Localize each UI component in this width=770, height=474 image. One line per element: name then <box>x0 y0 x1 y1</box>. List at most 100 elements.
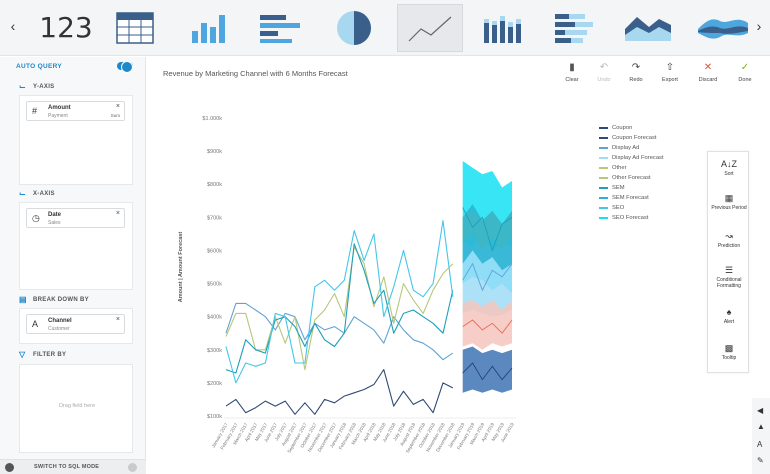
legend-item[interactable]: SEO <box>599 203 624 212</box>
alert-button[interactable]: ♠ Alert <box>708 306 750 325</box>
export-icon: ⇧ <box>665 62 675 73</box>
remove-field-icon[interactable]: × <box>116 316 120 323</box>
legend-item[interactable]: Other <box>599 163 627 172</box>
legend-item[interactable]: Coupon <box>599 123 632 132</box>
y-tick-label: $700k <box>207 215 222 221</box>
forecast-band <box>462 346 512 393</box>
aggregation-label[interactable]: Sum <box>111 113 120 118</box>
series-line <box>225 369 454 415</box>
conditional-formatting-button[interactable]: ☰ Conditional Formatting <box>708 264 750 289</box>
filter-dropzone[interactable]: Drag field here <box>19 364 133 453</box>
switch-to-sql-button[interactable]: SWITCH TO SQL MODE <box>34 464 99 470</box>
undo-icon: ↶ <box>599 62 609 73</box>
y-axis-label: Amount | Amount Forecast <box>178 232 184 303</box>
field-table: Customer <box>48 326 70 332</box>
legend-swatch <box>599 176 608 179</box>
stacked-horizontal-bar-icon <box>555 14 593 43</box>
legend-swatch <box>599 166 608 169</box>
legend-item[interactable]: Display Ad Forecast <box>599 153 664 162</box>
undo-button[interactable]: ↶ Undo <box>590 62 618 83</box>
y-tick-label: $200k <box>207 381 222 387</box>
auto-query-toggle[interactable] <box>117 61 133 73</box>
line-chart-icon <box>408 16 452 42</box>
legend-item[interactable]: SEO Forecast <box>599 213 648 222</box>
legend-label: Other Forecast <box>612 174 651 181</box>
sort-button[interactable]: A↓Z Sort <box>708 158 750 177</box>
y-axis-icon: ⌙ <box>19 82 27 91</box>
text-type-icon: A <box>32 319 39 329</box>
chart-type-bar[interactable] <box>178 6 238 50</box>
horizontal-bar-icon <box>260 15 300 43</box>
y-tick-label: $100k <box>207 414 222 420</box>
info-icon[interactable] <box>128 463 137 472</box>
y-axis-field-pill[interactable]: # Amount Payment × Sum <box>26 101 125 121</box>
bell-icon: ♠ <box>726 307 732 317</box>
sort-az-icon: A↓Z <box>720 159 737 169</box>
remove-field-icon[interactable]: × <box>116 210 120 217</box>
previous-period-button[interactable]: ▦ Previous Period <box>708 192 750 211</box>
done-button[interactable]: ✓ Done <box>731 62 759 83</box>
legend-item[interactable]: Coupon Forecast <box>599 133 656 142</box>
close-icon: ✕ <box>703 62 713 73</box>
caret-left-icon[interactable]: ◀ <box>757 406 763 415</box>
x-axis-title: X-AXIS <box>33 191 55 197</box>
prediction-button[interactable]: ↝ Prediction <box>708 230 750 249</box>
clear-button[interactable]: ▮ Clear <box>558 62 586 83</box>
x-axis-icon: ⌙ <box>19 189 27 198</box>
chart-type-number[interactable]: 123 <box>30 10 102 46</box>
x-axis-dropzone[interactable]: ◷ Date Sales × <box>19 202 133 290</box>
remove-field-icon[interactable]: × <box>116 103 120 110</box>
line-chart: $1.000k $900k $800k $700k $600k $500k $400k $30… <box>178 116 516 454</box>
redo-button[interactable]: ↷ Redo <box>622 62 650 83</box>
legend-label: Coupon <box>612 124 633 131</box>
legend-item[interactable]: SEM Forecast <box>599 193 649 202</box>
pencil-icon[interactable]: ✎ <box>757 456 764 465</box>
field-name: Amount <box>48 105 71 111</box>
legend-label: SEO <box>612 204 625 211</box>
export-button[interactable]: ⇧ Export <box>656 62 684 83</box>
legend-swatch <box>599 216 608 219</box>
legend-item[interactable]: SEM <box>599 183 625 192</box>
bar-chart-icon <box>192 15 225 43</box>
legend-swatch <box>599 146 608 149</box>
y-axis-dropzone[interactable]: # Amount Payment × Sum <box>19 95 133 185</box>
font-icon[interactable]: A <box>757 440 762 449</box>
series-line <box>225 220 454 384</box>
y-tick-label: $600k <box>207 248 222 254</box>
break-down-dropzone[interactable]: A Channel Customer × <box>19 308 133 344</box>
drag-field-hint: Drag field here <box>58 403 96 409</box>
chevron-right-icon[interactable]: › <box>752 18 766 34</box>
legend-swatch <box>599 206 608 209</box>
legend-swatch <box>599 156 608 159</box>
legend-swatch <box>599 126 608 129</box>
legend-swatch <box>599 186 608 189</box>
shield-icon[interactable] <box>5 463 14 472</box>
tooltip-button[interactable]: ▩ Tooltip <box>708 342 750 361</box>
chart-type-table[interactable] <box>105 6 165 50</box>
legend-item[interactable]: Other Forecast <box>599 173 651 182</box>
chart-type-line[interactable] <box>397 4 463 52</box>
discard-button[interactable]: ✕ Discard <box>694 62 722 83</box>
chart-type-stacked-horizontal-bar[interactable] <box>545 6 605 50</box>
chart-type-stacked-bar[interactable] <box>472 6 532 50</box>
y-tick-label: $500k <box>207 282 222 288</box>
x-axis-field-pill[interactable]: ◷ Date Sales × <box>26 208 125 228</box>
y-tick-label: $900k <box>207 149 222 155</box>
break-down-icon: ▤ <box>19 295 27 304</box>
break-down-field-pill[interactable]: A Channel Customer × <box>26 314 125 334</box>
chevron-left-icon[interactable]: ‹ <box>6 18 20 34</box>
legend-item[interactable]: Display Ad <box>599 143 639 152</box>
stacked-bar-icon <box>484 16 521 43</box>
paint-bucket-icon[interactable]: ▲ <box>757 422 765 431</box>
clock-icon: ◷ <box>32 213 40 223</box>
chart-type-pie[interactable] <box>324 6 384 50</box>
hash-icon: # <box>32 106 38 116</box>
chart-type-stream[interactable] <box>693 6 753 50</box>
y-tick-label: $800k <box>207 182 222 188</box>
y-tick-label: $400k <box>207 315 222 321</box>
filter-by-header: ▽ FILTER BY <box>19 351 66 359</box>
check-icon: ✓ <box>740 62 750 73</box>
chart-type-area[interactable] <box>618 6 678 50</box>
style-toolbar: ◀ ▲ A ✎ <box>752 398 770 474</box>
chart-type-horizontal-bar[interactable] <box>250 6 310 50</box>
